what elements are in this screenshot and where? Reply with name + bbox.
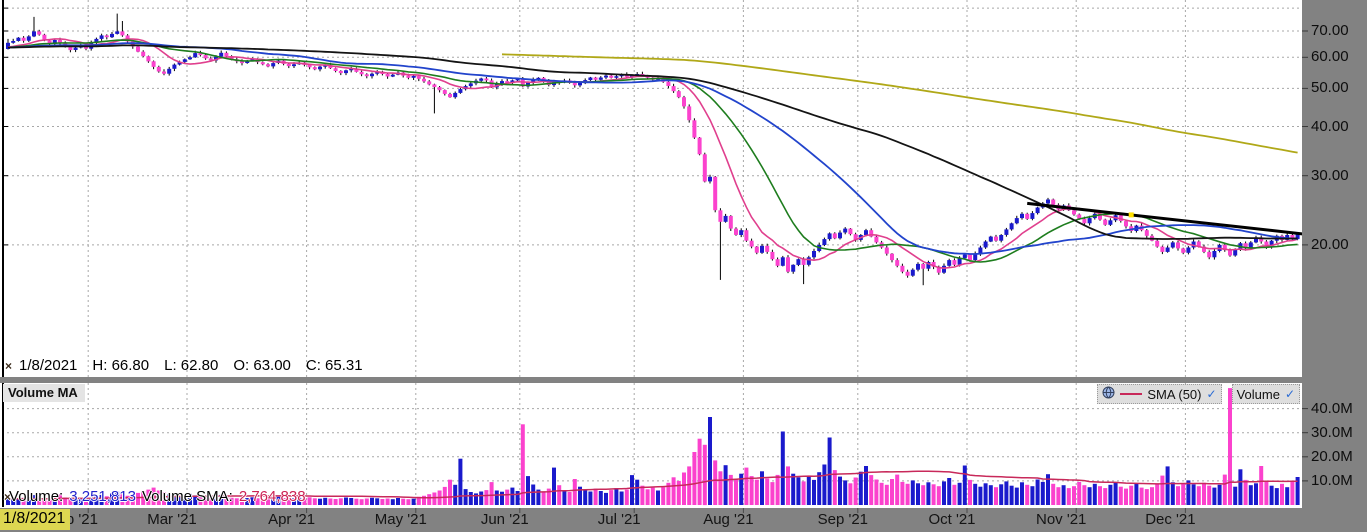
month-tick-label: May '21 (375, 511, 427, 528)
price-tick-label: 20.00 (1311, 236, 1349, 253)
ohlc-open: O: 63.00 (233, 357, 291, 374)
month-tick-label: Dec '21 (1145, 511, 1195, 528)
month-tick-label: Sep '21 (818, 511, 868, 528)
volume-sma-value: 2,764,838 (239, 488, 306, 505)
volume-sma-label: Volume SMA: (142, 488, 233, 505)
price-tick-label: 30.00 (1311, 167, 1349, 184)
close-icon[interactable]: × (5, 359, 12, 373)
stock-chart-window: × 1/8/2021 H: 66.80 L: 62.80 O: 63.00 C:… (0, 0, 1367, 532)
ohlc-date: 1/8/2021 (19, 357, 77, 374)
selected-date-tag: 1/8/2021 (0, 509, 70, 530)
volume-tick-label: 40.0M (1311, 400, 1353, 417)
price-tick-label: 60.00 (1311, 48, 1349, 65)
volume-tick-label: 20.0M (1311, 448, 1353, 465)
sma-legend-label: SMA (50) (1147, 387, 1201, 402)
chevron-down-icon[interactable]: ✓ (1285, 389, 1295, 399)
globe-icon[interactable] (1102, 386, 1115, 402)
volume-info-bar: × Volume: 3,251,813 Volume SMA: 2,764,83… (4, 488, 306, 505)
volume-indicator-selector[interactable]: Volume ✓ (1232, 384, 1300, 404)
chevron-down-icon[interactable]: ✓ (1207, 389, 1217, 399)
chart-plot[interactable] (0, 0, 1367, 532)
month-tick-label: Mar '21 (147, 511, 197, 528)
month-tick-label: Jun '21 (481, 511, 529, 528)
volume-sma-selector[interactable]: SMA (50) ✓ (1097, 384, 1221, 404)
month-tick-label: Apr '21 (268, 511, 315, 528)
month-tick-label: Nov '21 (1036, 511, 1086, 528)
volume-tick-label: 10.0M (1311, 472, 1353, 489)
ohlc-close: C: 65.31 (306, 357, 363, 374)
trendline-handle (1129, 212, 1134, 217)
month-tick-label: Oct '21 (928, 511, 975, 528)
volume-label: Volume: (9, 488, 63, 505)
price-tick-label: 70.00 (1311, 22, 1349, 39)
price-tick-label: 50.00 (1311, 79, 1349, 96)
month-tick-label: Jul '21 (598, 511, 641, 528)
ohlc-high: H: 66.80 (92, 357, 149, 374)
ohlc-low: L: 62.80 (164, 357, 218, 374)
ohlc-info-bar: × 1/8/2021 H: 66.80 L: 62.80 O: 63.00 C:… (5, 357, 363, 374)
volume-legend: SMA (50) ✓ Volume ✓ (1097, 384, 1300, 404)
volume-value: 3,251,813 (69, 488, 136, 505)
volume-legend-label: Volume (1237, 387, 1280, 402)
volume-tick-label: 30.0M (1311, 424, 1353, 441)
price-tick-label: 40.00 (1311, 118, 1349, 135)
month-tick-label: Aug '21 (703, 511, 753, 528)
sma-line-swatch (1120, 393, 1142, 395)
volume-pane-title: Volume MA (3, 384, 85, 402)
